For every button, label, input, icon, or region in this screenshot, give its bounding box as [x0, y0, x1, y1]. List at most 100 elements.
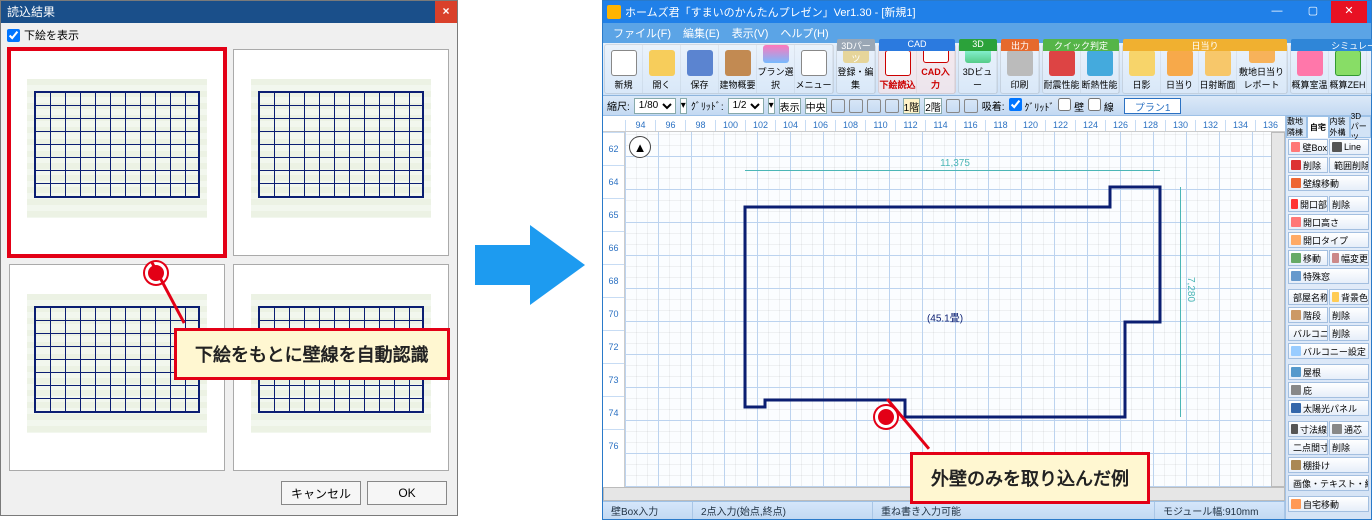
tool-eave[interactable]: 庇	[1288, 382, 1369, 398]
import-result-dialog: 読込結果 × 下絵を表示 キャンセル OK	[0, 0, 458, 516]
tool-hanger[interactable]: 棚掛け	[1288, 457, 1369, 473]
ribbon-hiatari[interactable]: 日当り	[1161, 45, 1199, 93]
close-button[interactable]: ✕	[1331, 1, 1367, 23]
side-tab-site[interactable]: 敷地 隣棟	[1286, 116, 1307, 138]
ribbon-tab-output[interactable]: 出力	[1001, 39, 1039, 51]
floor1-btn[interactable]: 1階	[903, 98, 921, 114]
ribbon-3dview[interactable]: 3Dビュー	[959, 45, 997, 93]
tool-house-move[interactable]: 自宅移動	[1288, 496, 1369, 512]
tool-wallline-move[interactable]: 壁線移動	[1288, 175, 1369, 191]
tool-width-change[interactable]: 幅変更	[1329, 250, 1369, 266]
tool-stairs-del[interactable]: 削除	[1329, 307, 1369, 323]
tool-opening[interactable]: 開口部	[1288, 196, 1328, 212]
ribbon-menu[interactable]: メニュー	[795, 45, 833, 93]
side-tab-house[interactable]: 自宅	[1307, 116, 1328, 138]
ribbon-lightheat[interactable]: 光熱費	[1367, 45, 1372, 93]
tool-balcony[interactable]: バルコニー	[1288, 325, 1328, 341]
tool-line[interactable]: Line	[1329, 139, 1369, 155]
undo-icon[interactable]	[867, 99, 881, 113]
ribbon-tab-3dparts[interactable]: 3Dパーツ	[837, 39, 875, 51]
tool-roof[interactable]: 屋根	[1288, 364, 1369, 380]
scale-select[interactable]: 1/80	[634, 98, 676, 114]
thumbnail-1[interactable]	[9, 49, 225, 256]
side-tab-intext[interactable]: 内装 外構	[1329, 116, 1350, 138]
tool-roomname[interactable]: 部屋名称	[1288, 289, 1328, 305]
menu-help[interactable]: ヘルプ(H)	[776, 25, 832, 41]
show-base-checkbox-row[interactable]: 下絵を表示	[7, 27, 451, 43]
zoom-in-icon[interactable]	[849, 99, 863, 113]
minimize-button[interactable]: —	[1259, 1, 1295, 23]
del-floor-icon[interactable]	[964, 99, 978, 113]
ribbon-cad-input[interactable]: CAD入力	[917, 45, 955, 93]
menu-edit[interactable]: 編集(E)	[679, 25, 724, 41]
tool-dim-2pt[interactable]: 二点間寸法線	[1288, 439, 1328, 455]
ribbon-tab-3d[interactable]: 3D	[959, 39, 997, 51]
ribbon-save[interactable]: 保存	[681, 45, 719, 93]
ribbon-tab-cad[interactable]: CAD	[879, 39, 955, 51]
ribbon-file-group: 新規 開く 保存 建物概要 プラン選択 メニュー	[604, 44, 834, 94]
room-label: (45.1畳)	[927, 310, 963, 325]
side-tab-row: 敷地 隣棟 自宅 内装 外構 3D パーツ	[1286, 116, 1371, 138]
ribbon-sunsite[interactable]: 敷地日当りレポート	[1237, 45, 1287, 93]
ruler-tick: 108	[835, 120, 865, 131]
tool-dimline[interactable]: 寸法線	[1288, 421, 1328, 437]
ribbon-tab-quick[interactable]: クイック判定	[1043, 39, 1119, 51]
snap-wall[interactable]: 壁	[1058, 98, 1084, 114]
scale-apply[interactable]: ▾	[680, 98, 687, 114]
cancel-button[interactable]: キャンセル	[281, 481, 361, 505]
tool-opening-del[interactable]: 削除	[1329, 196, 1369, 212]
grid-apply[interactable]: ▾	[768, 98, 775, 114]
ribbon-tab-sun[interactable]: 日当り	[1123, 39, 1287, 51]
plan1-tab[interactable]: プラン1	[1124, 98, 1182, 114]
floor2-btn[interactable]: 2階	[924, 98, 942, 114]
tool-image-text[interactable]: 画像・テキスト・線分	[1288, 475, 1369, 491]
tool-balcony-del[interactable]: 削除	[1329, 325, 1369, 341]
ribbon-print[interactable]: 印刷	[1001, 45, 1039, 93]
tool-balcony-settings[interactable]: バルコニー設定	[1288, 343, 1369, 359]
ribbon-overview[interactable]: 概算室温	[1291, 45, 1329, 93]
snap-line[interactable]: 線	[1088, 98, 1114, 114]
side-tab-3dparts[interactable]: 3D パーツ	[1350, 116, 1371, 138]
dialog-close-button[interactable]: ×	[435, 1, 457, 23]
drawing-canvas[interactable]: ▲ (45.1畳) 11,375 7,280	[625, 132, 1271, 487]
ribbon-baseload[interactable]: 下絵読込	[879, 45, 917, 93]
show-btn[interactable]: 表示	[779, 98, 801, 114]
scrollbar-vertical[interactable]	[1271, 132, 1285, 487]
tool-open-type[interactable]: 開口タイプ	[1288, 232, 1369, 248]
ribbon-quake[interactable]: 耐震性能	[1043, 45, 1081, 93]
grid-select[interactable]: 1/2	[728, 98, 764, 114]
tool-range-delete[interactable]: 範囲削除	[1329, 157, 1369, 173]
ribbon-zeh[interactable]: 概算ZEH	[1329, 45, 1367, 93]
ruler-tick: 62	[603, 132, 624, 165]
menu-view[interactable]: 表示(V)	[728, 25, 773, 41]
ribbon-plan-select[interactable]: プラン選択	[757, 45, 795, 93]
ribbon-heat[interactable]: 断熱性能	[1081, 45, 1119, 93]
ribbon-tab-sim[interactable]: シミュレーション	[1291, 39, 1372, 51]
ribbon-building[interactable]: 建物概要	[719, 45, 757, 93]
maximize-button[interactable]: ▢	[1295, 1, 1331, 23]
tool-solar[interactable]: 太陽光パネル	[1288, 400, 1369, 416]
side-panel: 敷地 隣棟 自宅 内装 外構 3D パーツ 壁BoxLine 削除範囲削除 壁線…	[1285, 116, 1371, 519]
tool-delete[interactable]: 削除	[1288, 157, 1328, 173]
center-btn[interactable]: 中央	[805, 98, 827, 114]
tool-dim-del[interactable]: 削除	[1329, 439, 1369, 455]
tool-special-window[interactable]: 特殊窓	[1288, 268, 1369, 284]
tool-bgcolor[interactable]: 背景色	[1329, 289, 1369, 305]
tool-stairs[interactable]: 階段	[1288, 307, 1328, 323]
redo-icon[interactable]	[885, 99, 899, 113]
show-base-checkbox[interactable]	[7, 29, 20, 42]
ribbon-new[interactable]: 新規	[605, 45, 643, 93]
tool-wallbox[interactable]: 壁Box	[1288, 139, 1328, 155]
ribbon-section[interactable]: 日射断面	[1199, 45, 1237, 93]
ok-button[interactable]: OK	[367, 481, 447, 505]
tool-move[interactable]: 移動	[1288, 250, 1328, 266]
ribbon-open[interactable]: 開く	[643, 45, 681, 93]
zoom-out-icon[interactable]	[831, 99, 845, 113]
menu-file[interactable]: ファイル(F)	[609, 25, 675, 41]
ribbon-shadow[interactable]: 日影	[1123, 45, 1161, 93]
snap-grid[interactable]: ｸﾞﾘｯﾄﾞ	[1009, 98, 1055, 114]
tool-open-height[interactable]: 開口高さ	[1288, 214, 1369, 230]
tool-dim-through[interactable]: 通芯	[1329, 421, 1369, 437]
add-floor-icon[interactable]	[946, 99, 960, 113]
thumbnail-2[interactable]	[233, 49, 449, 256]
